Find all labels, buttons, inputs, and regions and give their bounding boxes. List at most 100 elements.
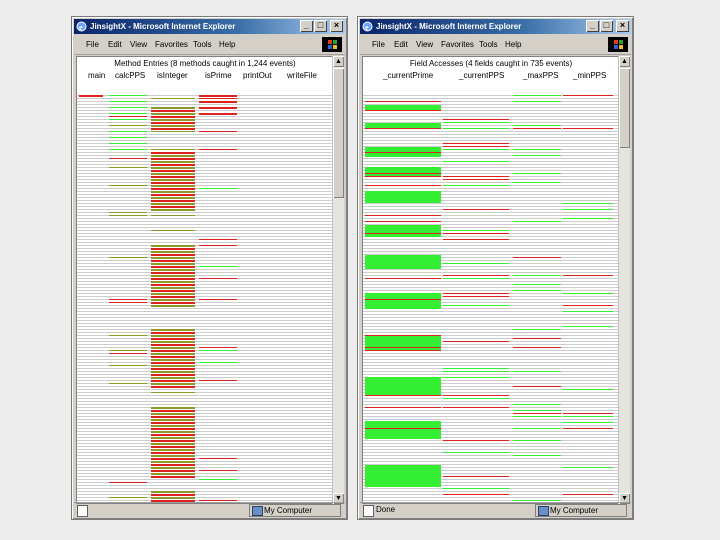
event-mark[interactable] <box>563 311 613 312</box>
event-mark[interactable] <box>109 119 147 120</box>
event-mark[interactable] <box>199 188 237 189</box>
event-mark[interactable] <box>151 152 195 154</box>
event-mark[interactable] <box>151 455 195 457</box>
event-mark[interactable] <box>513 500 561 501</box>
event-mark[interactable] <box>151 335 195 337</box>
event-mark[interactable] <box>109 167 147 168</box>
event-mark[interactable] <box>443 371 509 372</box>
menu-edit[interactable]: Edit <box>108 40 122 49</box>
event-mark[interactable] <box>151 344 195 346</box>
event-mark[interactable] <box>199 380 237 381</box>
event-mark[interactable] <box>109 302 147 303</box>
event-mark[interactable] <box>151 368 195 370</box>
event-mark[interactable] <box>151 470 195 472</box>
event-mark[interactable] <box>563 128 613 129</box>
event-mark[interactable] <box>151 293 195 295</box>
event-mark[interactable] <box>443 146 509 147</box>
event-mark[interactable] <box>151 257 195 259</box>
event-mark[interactable] <box>365 215 441 216</box>
event-mark[interactable] <box>151 494 195 496</box>
event-mark[interactable] <box>151 131 195 132</box>
event-mark[interactable] <box>151 260 195 262</box>
event-mark[interactable] <box>151 203 195 205</box>
event-mark[interactable] <box>443 185 509 186</box>
event-mark[interactable] <box>109 113 147 114</box>
menu-favorites[interactable]: Favorites <box>441 40 474 49</box>
event-mark[interactable] <box>151 107 195 109</box>
event-mark[interactable] <box>151 188 195 190</box>
event-mark[interactable] <box>365 101 441 102</box>
event-mark[interactable] <box>443 263 509 264</box>
event-mark[interactable] <box>151 497 195 499</box>
event-mark[interactable] <box>151 296 195 298</box>
event-mark[interactable] <box>365 110 441 111</box>
menu-tools[interactable]: Tools <box>193 40 212 49</box>
event-mark[interactable] <box>199 362 237 363</box>
event-mark[interactable] <box>151 215 195 216</box>
minimize-button[interactable]: _ <box>586 20 599 32</box>
event-mark[interactable] <box>513 275 561 276</box>
event-mark[interactable] <box>151 287 195 289</box>
event-mark[interactable] <box>151 284 195 286</box>
event-mark[interactable] <box>151 200 195 202</box>
event-mark[interactable] <box>151 191 195 193</box>
event-mark[interactable] <box>109 125 147 126</box>
event-mark[interactable] <box>513 257 561 258</box>
event-mark[interactable] <box>151 263 195 265</box>
event-mark[interactable] <box>365 191 441 203</box>
event-mark[interactable] <box>513 404 561 405</box>
event-mark[interactable] <box>513 125 561 126</box>
event-mark[interactable] <box>151 116 195 118</box>
event-mark[interactable] <box>365 395 441 396</box>
event-mark[interactable] <box>199 350 237 351</box>
event-mark[interactable] <box>151 329 195 331</box>
event-mark[interactable] <box>109 350 147 351</box>
event-mark[interactable] <box>151 434 195 436</box>
event-mark[interactable] <box>151 428 195 430</box>
event-mark[interactable] <box>151 440 195 442</box>
scroll-up-arrow-icon[interactable]: ▲ <box>619 56 630 67</box>
event-mark[interactable] <box>151 410 195 412</box>
maximize-button[interactable]: □ <box>314 20 327 32</box>
event-mark[interactable] <box>199 107 237 109</box>
event-mark[interactable] <box>151 431 195 433</box>
event-mark[interactable] <box>365 421 441 439</box>
event-mark[interactable] <box>365 185 441 186</box>
event-mark[interactable] <box>151 491 195 493</box>
event-mark[interactable] <box>109 131 147 132</box>
event-mark[interactable] <box>365 152 441 153</box>
event-mark[interactable] <box>109 158 147 159</box>
event-mark[interactable] <box>199 95 237 97</box>
event-mark[interactable] <box>151 467 195 469</box>
event-mark[interactable] <box>365 221 441 222</box>
event-mark[interactable] <box>513 155 561 156</box>
event-mark[interactable] <box>365 335 441 351</box>
event-mark[interactable] <box>513 371 561 372</box>
event-mark[interactable] <box>151 356 195 358</box>
event-mark[interactable] <box>109 212 147 213</box>
event-mark[interactable] <box>563 389 613 390</box>
event-mark[interactable] <box>151 281 195 283</box>
event-mark[interactable] <box>151 275 195 277</box>
event-mark[interactable] <box>513 428 561 429</box>
column-header-isprime[interactable]: isPrime <box>205 71 232 80</box>
event-mark[interactable] <box>109 335 147 336</box>
event-mark[interactable] <box>513 347 561 348</box>
event-mark[interactable] <box>151 269 195 271</box>
event-mark[interactable] <box>443 179 509 180</box>
event-mark[interactable] <box>365 176 441 177</box>
event-mark[interactable] <box>443 122 509 123</box>
vertical-scrollbar[interactable]: ▲ ▼ <box>618 56 630 504</box>
event-mark[interactable] <box>199 278 237 279</box>
event-mark[interactable] <box>563 416 613 417</box>
menu-edit[interactable]: Edit <box>394 40 408 49</box>
event-mark[interactable] <box>199 266 237 267</box>
menu-favorites[interactable]: Favorites <box>155 40 188 49</box>
event-mark[interactable] <box>443 377 509 378</box>
event-mark[interactable] <box>151 305 195 307</box>
event-mark[interactable] <box>109 143 147 144</box>
event-mark[interactable] <box>199 479 237 480</box>
event-mark[interactable] <box>151 278 195 280</box>
event-mark[interactable] <box>151 230 195 231</box>
event-mark[interactable] <box>151 365 195 367</box>
